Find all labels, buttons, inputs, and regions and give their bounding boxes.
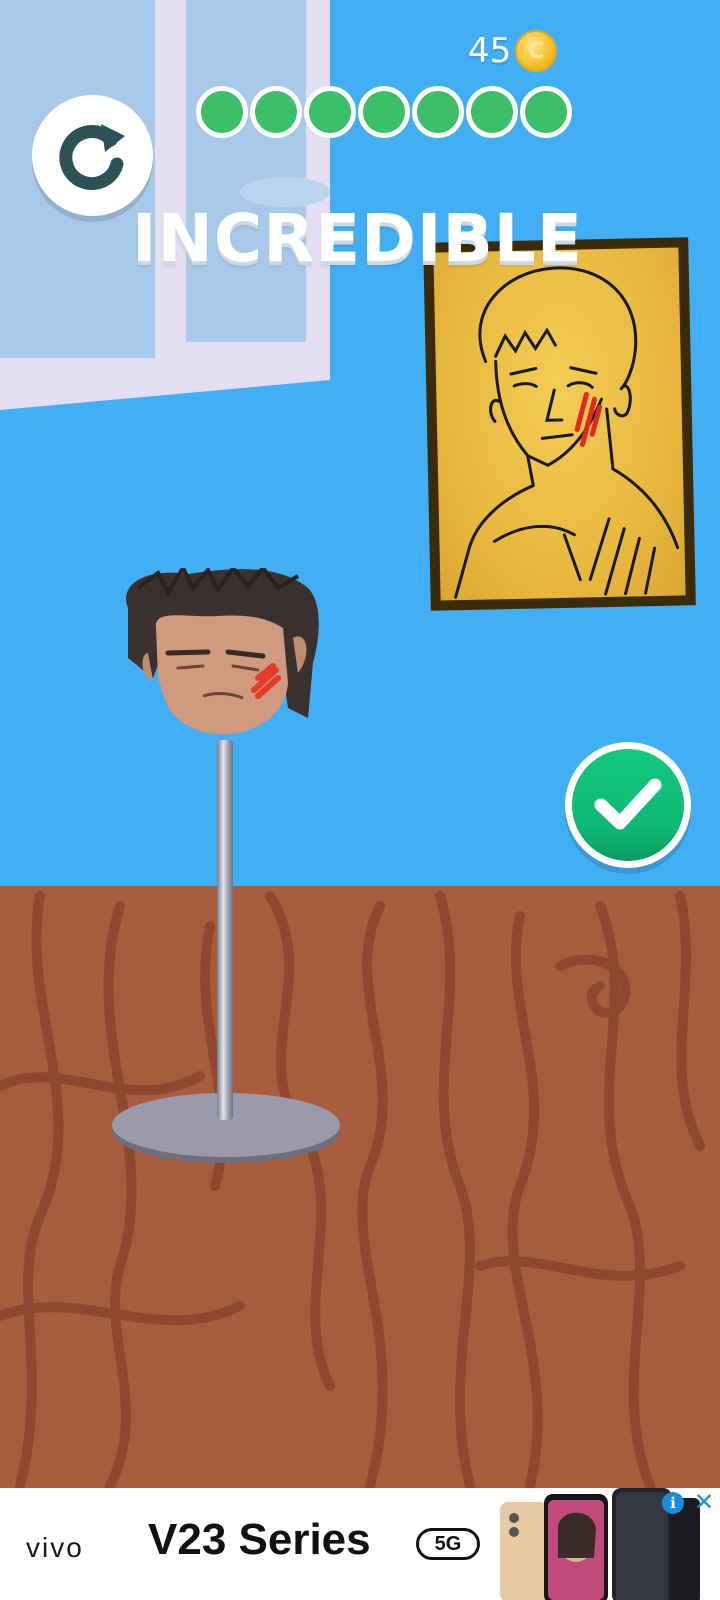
ad-brand[interactable]: vivo [26, 1532, 84, 1564]
coin-counter: 45 C [468, 30, 558, 72]
progress-dot [358, 86, 410, 138]
wooden-floor [0, 886, 720, 1488]
sculpted-head [126, 568, 319, 735]
info-icon[interactable]: i [662, 1492, 684, 1514]
progress-dot [520, 86, 572, 138]
ad-badge[interactable]: 5G [416, 1528, 480, 1560]
checkmark-icon [594, 778, 662, 830]
rating-text: INCREDIBLE [132, 200, 583, 277]
progress-dot [412, 86, 464, 138]
reference-portrait [423, 237, 696, 611]
progress-dots [196, 86, 574, 138]
coin-count: 45 [468, 31, 512, 71]
progress-dot [304, 86, 356, 138]
progress-dot [250, 86, 302, 138]
confirm-button[interactable] [565, 742, 691, 868]
stand-pole [217, 740, 233, 1120]
restart-icon [58, 123, 125, 190]
progress-dot [196, 86, 248, 138]
progress-dot [466, 86, 518, 138]
coin-icon: C [515, 30, 558, 72]
restart-button[interactable] [32, 95, 153, 216]
portrait-sketch [454, 266, 680, 599]
close-icon[interactable]: ✕ [692, 1490, 716, 1514]
ad-title[interactable]: V23 Series [148, 1515, 371, 1565]
